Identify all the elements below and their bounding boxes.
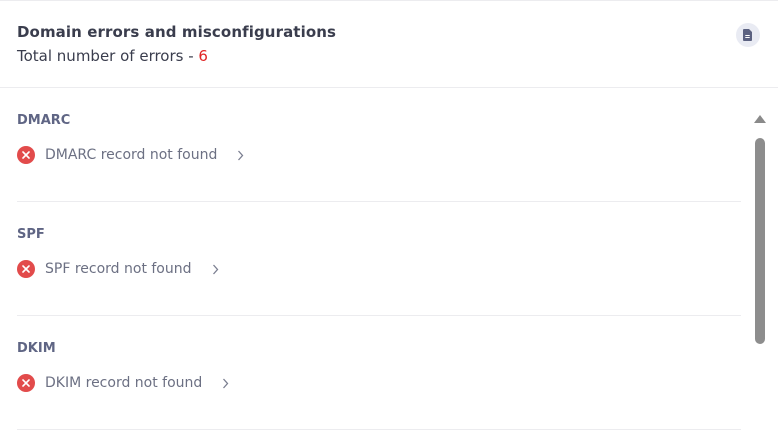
- vertical-scrollbar[interactable]: [752, 111, 768, 445]
- panel-title: Domain errors and misconfigurations: [17, 23, 337, 41]
- section-title: SPF: [17, 227, 45, 242]
- section-title: DKIM: [17, 341, 56, 356]
- error-count: 6: [198, 47, 208, 65]
- error-text: SPF record not found: [45, 261, 192, 277]
- error-total-label: Total number of errors -: [17, 47, 199, 65]
- section-dkim: DKIM DKIM record not found: [17, 316, 741, 430]
- report-button[interactable]: [736, 23, 760, 47]
- scroll-thumb[interactable]: [755, 138, 765, 344]
- error-x-icon: [17, 260, 35, 278]
- error-x-icon: [17, 146, 35, 164]
- chevron-right-icon: [212, 264, 219, 275]
- error-item-spf[interactable]: SPF record not found: [17, 258, 219, 280]
- error-x-icon: [17, 374, 35, 392]
- error-item-dkim[interactable]: DKIM record not found: [17, 372, 229, 394]
- section-spf: SPF SPF record not found: [17, 202, 741, 316]
- domain-errors-panel: Domain errors and misconfigurations Tota…: [0, 0, 778, 445]
- error-text: DKIM record not found: [45, 375, 203, 391]
- error-item-dmarc[interactable]: DMARC record not found: [17, 144, 244, 166]
- scroll-up-arrow-icon[interactable]: [754, 115, 766, 123]
- chevron-right-icon: [222, 378, 229, 389]
- error-total: Total number of errors - 6: [17, 47, 208, 65]
- error-list: DMARC DMARC record not found SPF SPF rec…: [0, 88, 750, 445]
- section-dmarc: DMARC DMARC record not found: [17, 88, 741, 202]
- section-title: DMARC: [17, 113, 71, 128]
- chevron-right-icon: [237, 150, 244, 161]
- panel-header: Domain errors and misconfigurations Tota…: [0, 1, 778, 88]
- document-icon: [743, 29, 752, 41]
- error-text: DMARC record not found: [45, 147, 218, 163]
